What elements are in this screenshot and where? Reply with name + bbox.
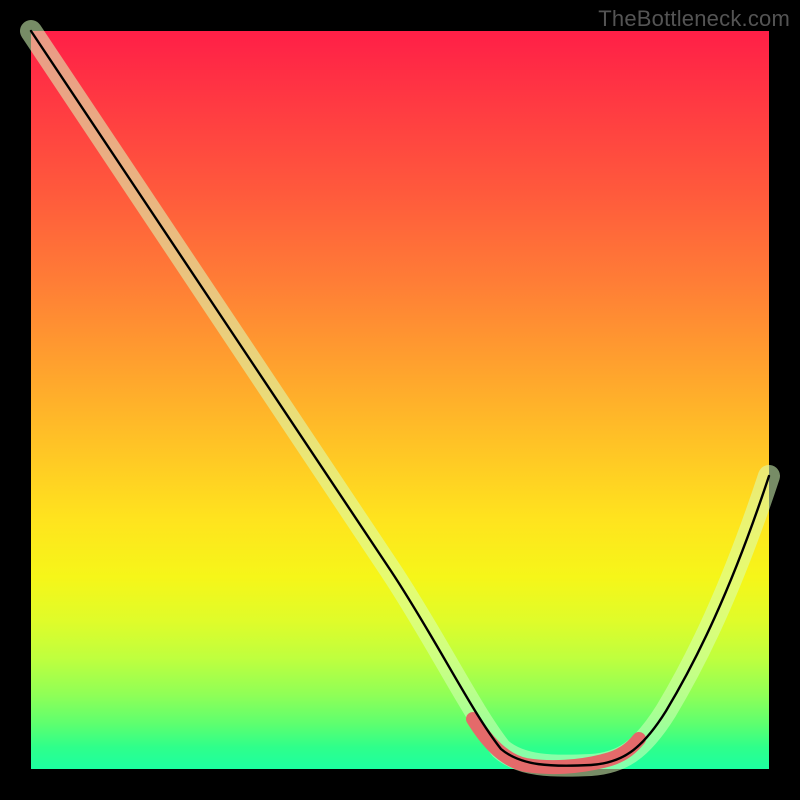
watermark-text: TheBottleneck.com xyxy=(598,6,790,32)
curve-glow xyxy=(31,31,769,766)
curve-main xyxy=(31,31,769,766)
chart-frame: TheBottleneck.com xyxy=(0,0,800,800)
plot-area xyxy=(31,31,769,769)
curve-svg xyxy=(31,31,769,769)
